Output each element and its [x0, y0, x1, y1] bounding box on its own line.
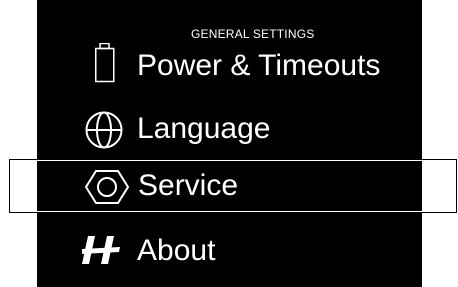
brand-h-logo-icon — [82, 236, 120, 264]
menu-item-label: About — [137, 234, 216, 267]
menu-item-label: Power & Timeouts — [137, 49, 381, 82]
globe-icon — [85, 111, 123, 149]
menu-item-about[interactable]: About — [37, 220, 422, 280]
menu-item-label: Language — [137, 112, 271, 145]
hex-nut-icon — [85, 170, 129, 204]
menu-item-power-timeouts[interactable]: Power & Timeouts — [37, 40, 422, 100]
battery-icon — [95, 43, 115, 83]
menu-item-language[interactable]: Language — [37, 100, 422, 160]
menu-item-label: Service — [138, 169, 239, 202]
menu-item-service[interactable]: Service — [9, 159, 457, 213]
section-title: GENERAL SETTINGS — [191, 27, 315, 41]
